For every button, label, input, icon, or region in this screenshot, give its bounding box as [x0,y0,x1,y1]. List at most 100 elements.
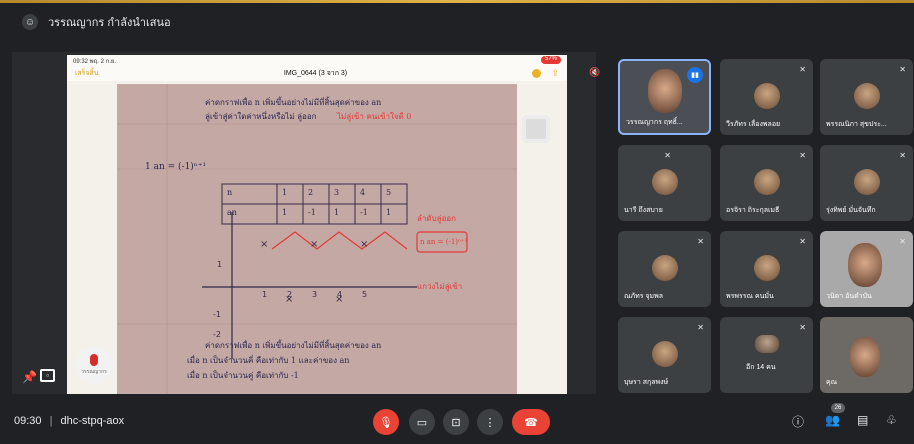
mic-off-icon: ✕ [799,65,806,74]
table-cell: 3 [334,188,340,197]
mic-toggle-button[interactable]: 🎙 [373,409,399,435]
table-cell: 1 [282,208,288,217]
shared-phone-screen: 09:32 พฤ. 2 ก.ย. 57% เสร็จสิ้น IMG_0644 … [67,55,567,394]
camera-icon: ▭ [416,416,428,429]
participant-name: พรรณนิภา สุขประ... [826,121,887,128]
mic-off-icon: ✕ [899,151,906,160]
meeting-code: dhc-stpq-aox [60,415,125,427]
camera-toggle-button[interactable]: ▭ [409,409,435,435]
meeting-details-icon[interactable]: ⓘ [792,413,804,430]
participant-tile[interactable]: ✕ รุ่งทิพย์ มั่นจันทึก [820,145,913,221]
presenter-badge-label: วรรณญากร [81,369,107,375]
phone-done-button[interactable]: เสร็จสิ้น [75,68,99,79]
meeting-time: 09:30 [14,415,42,427]
record-mark-icon [90,354,98,366]
table-cell: -1 [360,208,368,217]
group-avatars [755,335,779,353]
participant-tile[interactable]: ✕ อีก 14 คน [720,317,813,393]
mic-off-icon: ✕ [697,323,704,332]
mic-off-icon: 🎙 [379,416,393,429]
presentation-stage: 09:32 พฤ. 2 ก.ย. 57% เสร็จสิ้น IMG_0644 … [12,52,596,394]
leave-call-button[interactable]: ☎ [512,409,550,435]
participant-tile[interactable]: ✕ พรพรรณ คนมั่น [720,231,813,307]
phone-share-icon[interactable]: ⇪ [551,68,559,78]
phone-status-bar: 09:32 พฤ. 2 ก.ย. 57% [67,55,567,65]
people-icon[interactable]: 👥 [825,413,840,427]
mic-off-icon: ✕ [664,151,671,160]
phone-image-title: IMG_0644 (3 จาก 3) [283,69,348,77]
bottom-line-1: ค่าดกราฟเพื่อ n เพิ่มขึ้นอย่างไม่มีที่สิ… [205,341,382,350]
heading-line-2: ลู่เข้าสู่ค่าใดค่าหนึ่งหรือไม่ ลู่ออก [205,112,317,121]
participant-tile[interactable]: ✕ พรรณนิภา สุขประ... [820,59,913,135]
participant-video [848,243,882,287]
meeting-info-separator: | [49,415,53,427]
mic-off-icon: ✕ [899,65,906,74]
phone-nav-bar: เสร็จสิ้น IMG_0644 (3 จาก 3) ⇪ [67,65,567,81]
mic-off-icon: ✕ [799,237,806,246]
presenter-bar: ☺ วรรณญากร กำลังนำเสนอ [0,0,914,44]
avatar [753,83,780,109]
mic-off-icon: ✕ [697,237,704,246]
participant-name: อรจิรา ถิระกุลเมธี [726,207,780,214]
red-note-bottom: แกว่งไม่ลู่เข้า [417,282,463,291]
table-cell: 4 [360,188,366,197]
table-row-n: n 1 2 3 4 5 [227,188,412,197]
pin-icon[interactable]: 📌 [22,370,37,384]
presenter-badge: วรรณญากร [75,346,113,384]
participant-tile[interactable]: ✕ ณภัทร จุมพล [618,231,711,307]
problem-statement: 1 an = (-1)ⁿ⁺¹ [145,162,207,172]
phone-status-time: 09:32 พฤ. 2 ก.ย. [73,59,117,65]
phone-info-icon[interactable] [532,68,542,78]
avatar [651,255,678,281]
avatar [651,169,678,195]
presenter-icon: ☺ [22,14,38,30]
participant-name: ณภัทร จุมพล [624,293,664,300]
avatar [753,169,780,195]
mic-off-icon: ✕ [799,151,806,160]
table-row-an: an 1 -1 1 -1 1 [227,208,412,217]
participant-video [850,337,880,377]
handwritten-worksheet: × × × × × 1 -1 -2 1 2 3 4 5 ค่าดกราฟเพื่… [117,84,517,394]
table-cell: -1 [308,208,316,217]
bottom-line-3: เมื่อ n เป็นจำนวนคู่ คือเท่ากับ -1 [187,371,299,380]
top-accent [0,0,914,3]
stage-mute-icon: 🔇 [589,67,601,77]
red-note-right: ลำดับลู่ออก [417,214,457,223]
participant-tile[interactable]: ▮▮ วรรณญากร ฤทธิ์... [618,59,711,135]
participant-name: วรรณญากร ฤทธิ์... [626,119,683,126]
worksheet-text: ค่าดกราฟเพื่อ n เพิ่มขึ้นอย่างไม่มีที่สิ… [117,84,517,394]
people-count-badge: 26 [831,403,845,413]
presenter-text: วรรณญากร กำลังนำเสนอ [48,17,171,29]
participant-tile[interactable]: ✕ บุษรา สกุลพงษ์ [618,317,711,393]
floating-assistive-button[interactable] [522,115,550,143]
avatar [853,83,880,109]
participant-name: วีรภัทร เลื่องพลอย [726,121,781,128]
present-screen-icon: ⊡ [451,416,461,429]
participant-name: วนิดา อันดำบัน [826,293,872,300]
hang-up-icon: ☎ [524,416,538,429]
participant-tile[interactable]: คุณ [820,317,913,393]
participant-name: นารี ถึงสบาย [624,207,663,214]
avatar [853,169,880,195]
meeting-info: 09:30 | dhc-stpq-aox [14,415,124,427]
present-frame-icon[interactable]: ▫ [40,369,55,382]
avatar [651,341,678,367]
participant-tile[interactable]: ✕ อรจิรา ถิระกุลเมธี [720,145,813,221]
participant-name: บุษรา สกุลพงษ์ [624,379,669,386]
chat-icon[interactable]: ▤ [857,413,868,427]
mic-off-icon: ✕ [899,237,906,246]
more-options-button[interactable]: ⋮ [477,409,503,435]
participant-tile[interactable]: ✕ วนิดา อันดำบัน [820,231,913,307]
participant-name: พรพรรณ คนมั่น [726,293,774,300]
participant-tile[interactable]: ✕ วีรภัทร เลื่องพลอย [720,59,813,135]
table-cell: 1 [386,208,392,217]
mic-off-icon: ✕ [799,323,806,332]
present-button[interactable]: ⊡ [443,409,469,435]
bottom-line-2: เมื่อ n เป็นจำนวนคี่ คือเท่ากับ 1 และค่า… [187,356,350,365]
activities-icon[interactable]: ♧ [886,413,897,427]
speaking-indicator-icon: ▮▮ [687,67,703,83]
bottom-control-bar: 09:30 | dhc-stpq-aox 🎙 ▭ ⊡ ⋮ ☎ ⓘ 👥 ▤ ♧ [0,400,914,444]
more-vert-icon: ⋮ [484,416,496,429]
participant-name: อีก 14 คน [746,364,776,371]
participant-tile[interactable]: ✕ นารี ถึงสบาย [618,145,711,221]
